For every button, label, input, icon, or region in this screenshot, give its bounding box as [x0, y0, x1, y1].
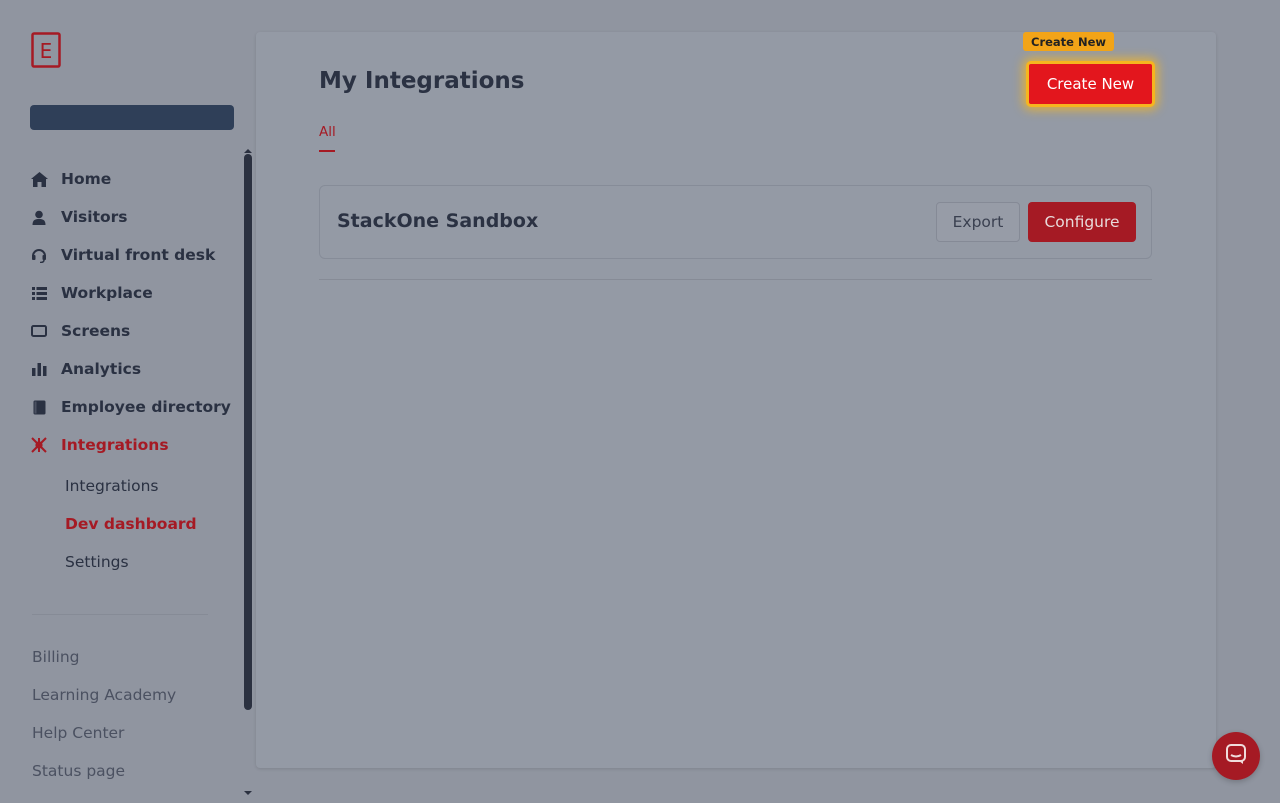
- nav-label: Employee directory: [61, 398, 231, 416]
- subnav-dev-dashboard[interactable]: Dev dashboard: [65, 510, 197, 538]
- nav-label: Workplace: [61, 284, 153, 302]
- footer-status-page[interactable]: Status page: [32, 758, 125, 784]
- nav-label: Home: [61, 170, 112, 188]
- subnav-settings[interactable]: Settings: [65, 548, 129, 576]
- sidebar-divider: [32, 614, 208, 615]
- subnav-integrations[interactable]: Integrations: [65, 472, 158, 500]
- nav-employee-directory[interactable]: Employee directory: [30, 392, 231, 422]
- nav-analytics[interactable]: Analytics: [30, 354, 141, 384]
- svg-text:E: E: [40, 39, 53, 63]
- footer-learning-academy[interactable]: Learning Academy: [32, 682, 176, 708]
- user-icon: [30, 208, 48, 226]
- highlight-tooltip: Create New: [1023, 32, 1115, 51]
- bar-chart-icon: [30, 360, 48, 378]
- envoy-logo[interactable]: E: [31, 32, 61, 68]
- book-icon: [30, 398, 48, 416]
- workspace-selector[interactable]: [30, 105, 234, 130]
- nav-label: Virtual front desk: [61, 246, 216, 264]
- integrations-icon: [30, 436, 48, 454]
- nav-label: Visitors: [61, 208, 128, 226]
- nav-visitors[interactable]: Visitors: [30, 202, 128, 232]
- nav-home[interactable]: Home: [30, 164, 111, 194]
- footer-help-center[interactable]: Help Center: [32, 720, 124, 746]
- main-panel: My Integrations All StackOne Sandbox Exp…: [256, 32, 1216, 768]
- tab-all[interactable]: All: [319, 124, 336, 140]
- configure-button[interactable]: Configure: [1028, 202, 1136, 242]
- nav-label: Screens: [61, 322, 131, 340]
- export-button[interactable]: Export: [936, 202, 1020, 242]
- nav-integrations[interactable]: Integrations: [30, 430, 169, 460]
- footer-billing[interactable]: Billing: [32, 644, 80, 670]
- headset-icon: [30, 246, 48, 264]
- sidebar: E Home Visitors Virtual front desk Workp…: [0, 0, 256, 800]
- nav-screens[interactable]: Screens: [30, 316, 130, 346]
- content-divider: [319, 279, 1152, 280]
- nav-workplace[interactable]: Workplace: [30, 278, 153, 308]
- sidebar-scrollbar[interactable]: [242, 138, 254, 800]
- list-icon: [30, 284, 48, 302]
- tab-active-indicator: [319, 150, 335, 152]
- page-title: My Integrations: [319, 68, 525, 94]
- nav-label: Integrations: [61, 436, 169, 454]
- scroll-down-arrow-icon[interactable]: [242, 784, 254, 795]
- chat-launcher[interactable]: [1212, 732, 1260, 780]
- integration-card: StackOne Sandbox Export Configure: [319, 185, 1152, 259]
- nav-label: Analytics: [61, 360, 142, 378]
- scrollbar-thumb[interactable]: [244, 154, 252, 710]
- nav-virtual-front-desk[interactable]: Virtual front desk: [30, 240, 215, 270]
- scroll-up-arrow-icon[interactable]: [242, 140, 254, 153]
- create-new-button[interactable]: Create New: [1026, 61, 1155, 107]
- integration-name: StackOne Sandbox: [337, 210, 539, 232]
- home-icon: [30, 170, 48, 188]
- chat-icon: [1225, 743, 1247, 769]
- monitor-icon: [30, 322, 48, 340]
